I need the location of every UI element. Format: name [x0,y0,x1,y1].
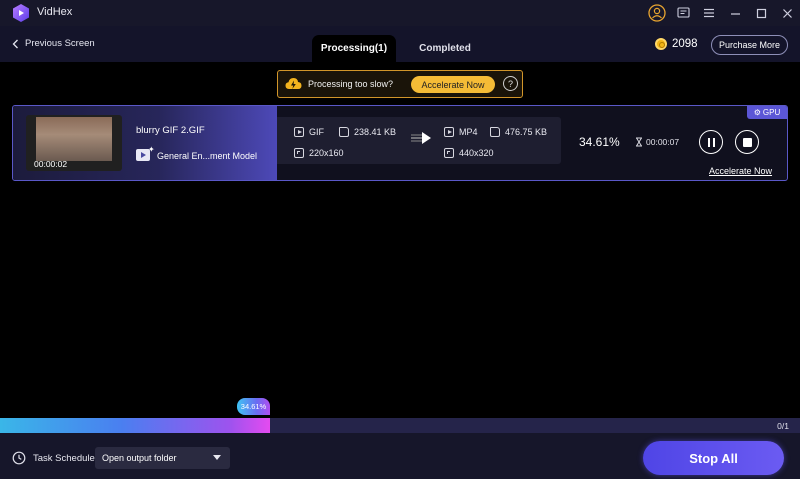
schedule-option: Open output folder [102,453,177,463]
gpu-label: GPU [762,108,781,117]
overall-progress-fill [0,418,270,433]
output-format-label: MP4 [459,127,478,137]
help-icon[interactable]: ? [503,76,518,91]
video-format-icon [444,127,454,137]
previous-screen-button[interactable]: Previous Screen [12,38,95,49]
schedule-select[interactable]: Open output folder [95,447,230,469]
resolution-icon [294,148,304,158]
task-file-panel: 00:00:02 blurry GIF 2.GIF ✦ General En..… [13,106,277,180]
hourglass-icon [636,137,642,147]
task-card: 00:00:02 blurry GIF 2.GIF ✦ General En..… [12,105,788,181]
pause-bar [712,137,715,147]
coin-count: 2098 [672,38,698,50]
title-bar: VidHex [0,0,800,26]
conversion-info: GIF 238.41 KB 220x160 MP4 476.75 KB 440x… [277,117,561,164]
source-size-label: 238.41 KB [354,127,397,137]
overall-progress-bar: 0/1 [0,418,800,433]
output-size: 476.75 KB [490,127,547,137]
chevron-left-icon [12,39,18,48]
purchase-more-button[interactable]: Purchase More [711,35,788,55]
cloud-bolt-icon [285,78,302,89]
source-size: 238.41 KB [339,127,396,137]
output-size-label: 476.75 KB [505,127,548,137]
source-resolution-label: 220x160 [309,148,344,158]
video-duration: 00:00:02 [34,159,68,169]
vidhex-logo-icon [13,4,29,22]
remaining-time: 00:00:07 [635,137,679,147]
remaining-time-label: 00:00:07 [646,137,680,147]
stop-all-button[interactable]: Stop All [643,441,784,475]
arrow-right-icon [411,132,431,144]
gpu-badge: ⚙ GPU [747,106,787,119]
file-name: blurry GIF 2.GIF [136,125,205,136]
maximize-icon[interactable] [748,0,774,26]
close-icon[interactable] [774,0,800,26]
slow-processing-banner: Processing too slow? Accelerate Now ? [277,70,523,98]
folder-icon [339,127,349,137]
video-thumbnail[interactable]: 00:00:02 [26,115,122,171]
clock-icon [12,451,26,465]
output-resolution: 440x320 [444,148,494,158]
video-format-icon [294,127,304,137]
menu-icon[interactable] [696,0,722,26]
coin-icon [655,38,667,50]
progress-tooltip: 34.61% [237,398,270,415]
output-format: MP4 [444,127,478,137]
thumbnail-image [36,117,112,161]
source-resolution: 220x160 [294,148,344,158]
nav-bar: Previous Screen Processing(1) Completed … [0,26,800,62]
task-progress-percent: 34.61% [579,135,620,149]
stop-square [742,137,752,147]
sparkle-icon: ✦ [148,145,155,154]
tab-processing[interactable]: Processing(1) [312,35,396,62]
task-count: 0/1 [777,421,789,431]
model-name: General En...ment Model [157,151,258,161]
stop-button[interactable] [735,130,759,154]
folder-icon [490,127,500,137]
feedback-icon[interactable] [670,0,696,26]
bottom-bar: Task Schedule Open output folder Stop Al… [0,433,800,479]
caret-down-icon [213,455,221,460]
banner-text: Processing too slow? [308,79,394,89]
source-format-label: GIF [309,127,324,137]
accelerate-now-button[interactable]: Accelerate Now [411,76,495,93]
source-format: GIF [294,127,324,137]
task-schedule[interactable]: Task Schedule [12,451,95,465]
resolution-icon [444,148,454,158]
minimize-icon[interactable] [722,0,748,26]
app-title: VidHex [37,6,73,18]
output-resolution-label: 440x320 [459,148,494,158]
previous-screen-label: Previous Screen [25,38,95,49]
coin-balance: 2098 [655,38,698,50]
pause-button[interactable] [699,130,723,154]
tab-completed[interactable]: Completed [404,35,486,62]
gpu-icon: ⚙ [753,108,761,117]
accelerate-now-link[interactable]: Accelerate Now [709,166,772,176]
user-icon[interactable] [644,0,670,26]
pause-bar [707,137,710,147]
task-schedule-label: Task Schedule [33,452,95,464]
